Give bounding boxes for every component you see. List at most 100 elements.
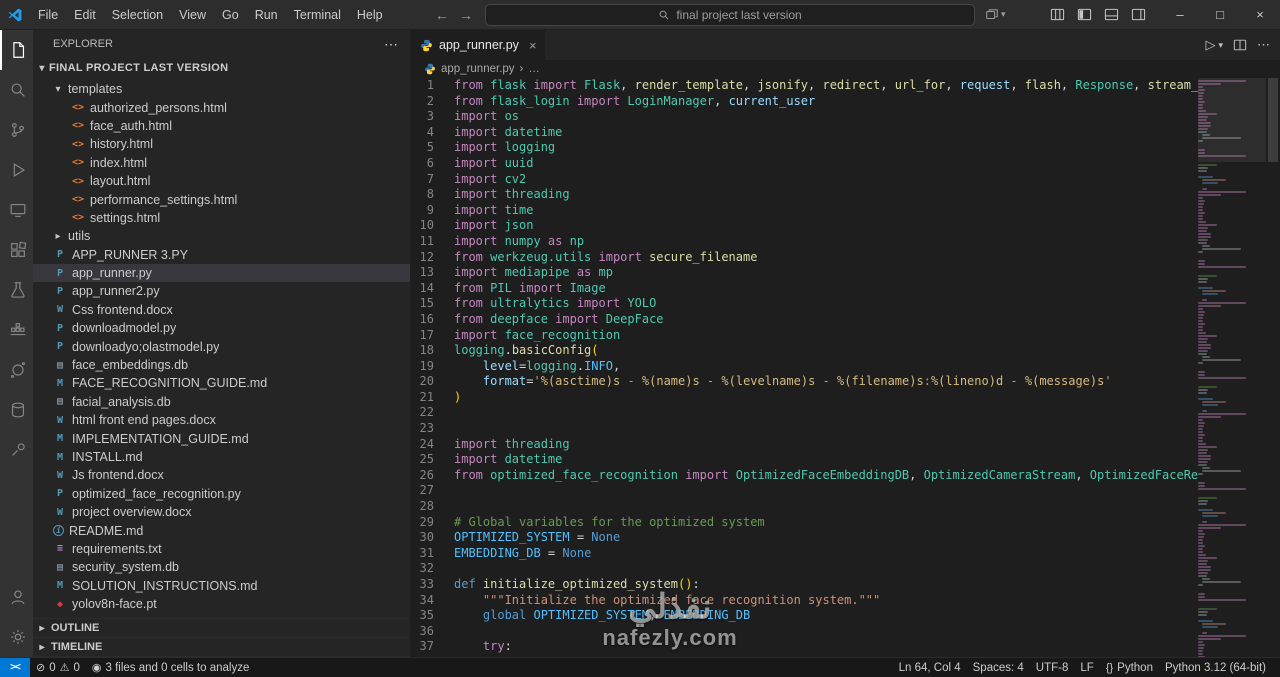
menu-go[interactable]: Go — [214, 0, 247, 30]
tab-app-runner[interactable]: app_runner.py × — [410, 30, 546, 60]
jupyter-icon[interactable] — [0, 350, 33, 390]
code-line[interactable]: 10 import json — [410, 218, 1280, 234]
file-FACE_RECOGNITION_GUIDE.md[interactable]: M FACE_RECOGNITION_GUIDE.md — [33, 374, 410, 392]
file-layout.html[interactable]: <> layout.html — [33, 172, 410, 190]
file-face_embeddings.db[interactable]: ▤ face_embeddings.db — [33, 356, 410, 374]
file-optimized_face_recognition.py[interactable]: Poptimized_face_recognition.py — [33, 485, 410, 503]
accounts-icon[interactable] — [0, 577, 33, 617]
file-Js frontend.docx[interactable]: W Js frontend.docx — [33, 466, 410, 484]
code-line[interactable]: 9 import time — [410, 203, 1280, 219]
breadcrumb-more[interactable]: … — [528, 63, 540, 75]
encoding[interactable]: UTF-8 — [1030, 658, 1075, 677]
file-project overview.docx[interactable]: Wproject overview.docx — [33, 503, 410, 521]
file-performance_settings.html[interactable]: <> performance_settings.html — [33, 190, 410, 208]
code-line[interactable]: 35 global OPTIMIZED_SYSTEM, EMBEDDING_DB — [410, 608, 1280, 624]
toggle-panel-icon[interactable] — [1104, 7, 1119, 22]
menu-selection[interactable]: Selection — [104, 0, 171, 30]
command-center-search[interactable]: final project last version — [485, 3, 976, 26]
file-yolov8n-face.pt[interactable]: ◆ yolov8n-face.pt — [33, 595, 410, 613]
timeline-panel[interactable]: ▸ TIMELINE — [33, 638, 410, 657]
source-control-icon[interactable] — [0, 110, 33, 150]
run-dropdown-icon[interactable]: ▾ — [1218, 40, 1223, 51]
editor-more-actions-icon[interactable]: ⋯ — [1257, 37, 1270, 53]
database-icon[interactable] — [0, 390, 33, 430]
analyze-status[interactable]: ◉ 3 files and 0 cells to analyze — [86, 658, 255, 677]
menu-run[interactable]: Run — [247, 0, 286, 30]
language-mode[interactable]: {} Python — [1100, 658, 1159, 677]
code-line[interactable]: 17 import face_recognition — [410, 328, 1280, 344]
code-line[interactable]: 5 import logging — [410, 140, 1280, 156]
settings-gear-icon[interactable] — [0, 617, 33, 657]
close-button[interactable]: × — [1240, 0, 1280, 30]
file-README.md[interactable]: i README.md — [33, 521, 410, 539]
code-line[interactable]: 18 logging.basicConfig( — [410, 343, 1280, 359]
code-line[interactable]: 13 import mediapipe as mp — [410, 265, 1280, 281]
containers-icon[interactable] — [0, 310, 33, 350]
breadcrumb[interactable]: app_runner.py › … — [410, 60, 1280, 78]
code-line[interactable]: 24 import threading — [410, 437, 1280, 453]
code-line[interactable]: 14 from PIL import Image — [410, 281, 1280, 297]
file-authorized_persons.html[interactable]: <> authorized_persons.html — [33, 98, 410, 116]
file-security_system.db[interactable]: ▤ security_system.db — [33, 558, 410, 576]
file-history.html[interactable]: <> history.html — [33, 135, 410, 153]
file-settings.html[interactable]: <> settings.html — [33, 209, 410, 227]
code-line[interactable]: 4 import datetime — [410, 125, 1280, 141]
code-line[interactable]: 22 — [410, 405, 1280, 421]
remote-indicator[interactable]: >< — [0, 658, 30, 677]
code-line[interactable]: 28 — [410, 499, 1280, 515]
file-Css frontend.docx[interactable]: W Css frontend.docx — [33, 301, 410, 319]
code-line[interactable]: 31 EMBEDDING_DB = None — [410, 546, 1280, 562]
toggle-secondary-sidebar-icon[interactable] — [1131, 7, 1146, 22]
code-line[interactable]: 25 import datetime — [410, 452, 1280, 468]
code-line[interactable]: 32 — [410, 561, 1280, 577]
code-line[interactable]: 7 import cv2 — [410, 172, 1280, 188]
code-line[interactable]: 19 level=logging.INFO, — [410, 359, 1280, 375]
folder-templates[interactable]: ▾ templates — [33, 80, 410, 98]
explorer-actions-icon[interactable]: ⋯ — [384, 36, 398, 53]
file-APP_RUNNER 3.PY[interactable]: P APP_RUNNER 3.PY — [33, 246, 410, 264]
problems-indicator[interactable]: ⊘ 0 ⚠ 0 — [30, 658, 86, 677]
toggle-sidebar-icon[interactable] — [1077, 7, 1092, 22]
code-line[interactable]: 30 OPTIMIZED_SYSTEM = None — [410, 530, 1280, 546]
code-line[interactable]: 12 from werkzeug.utils import secure_file… — [410, 250, 1280, 266]
customize-layout-icon[interactable] — [1050, 7, 1065, 22]
run-python-file-button[interactable]: ▷ — [1205, 37, 1215, 53]
folder-utils[interactable]: ▸ utils — [33, 227, 410, 245]
maximize-button[interactable]: □ — [1200, 0, 1240, 30]
file-IMPLEMENTATION_GUIDE.md[interactable]: M IMPLEMENTATION_GUIDE.md — [33, 429, 410, 447]
file-face_auth.html[interactable]: <> face_auth.html — [33, 117, 410, 135]
code-line[interactable]: 6 import uuid — [410, 156, 1280, 172]
menu-file[interactable]: File — [30, 0, 66, 30]
code-line[interactable]: 33 def initialize_optimized_system(): — [410, 577, 1280, 593]
indentation[interactable]: Spaces: 4 — [967, 658, 1030, 677]
editor-scrollbar[interactable] — [1266, 78, 1280, 657]
code-line[interactable]: 26 from optimized_face_recognition import… — [410, 468, 1280, 484]
tools-icon[interactable] — [0, 430, 33, 470]
code-line[interactable]: 27 — [410, 483, 1280, 499]
code-line[interactable]: 15 from ultralytics import YOLO — [410, 296, 1280, 312]
code-line[interactable]: 3 import os — [410, 109, 1280, 125]
testing-icon[interactable] — [0, 270, 33, 310]
menu-view[interactable]: View — [171, 0, 214, 30]
code-line[interactable]: 29 # Global variables for the optimized s… — [410, 515, 1280, 531]
explorer-icon[interactable] — [0, 30, 33, 70]
file-downloadyo;olastmodel.py[interactable]: Pdownloadyo;olastmodel.py — [33, 337, 410, 355]
cursor-position[interactable]: Ln 64, Col 4 — [893, 658, 967, 677]
breadcrumb-file[interactable]: app_runner.py — [441, 63, 515, 75]
code-line[interactable]: 23 — [410, 421, 1280, 437]
back-arrow-icon[interactable]: ← — [435, 7, 449, 23]
file-SOLUTION_INSTRUCTIONS.md[interactable]: M SOLUTION_INSTRUCTIONS.md — [33, 577, 410, 595]
file-app_runner2.py[interactable]: Papp_runner2.py — [33, 282, 410, 300]
code-line[interactable]: 8 import threading — [410, 187, 1280, 203]
code-line[interactable]: 37 try: — [410, 639, 1280, 655]
split-editor-icon[interactable] — [1233, 38, 1247, 52]
workspace-root[interactable]: ▾ FINAL PROJECT LAST VERSION — [33, 58, 410, 78]
code-line[interactable]: 36 — [410, 624, 1280, 640]
file-downloadmodel.py[interactable]: Pdownloadmodel.py — [33, 319, 410, 337]
code-line[interactable]: 16 from deepface import DeepFace — [410, 312, 1280, 328]
code-line[interactable]: 20 format='%(asctime)s - %(name)s - %(le… — [410, 374, 1280, 390]
forward-arrow-icon[interactable]: → — [459, 7, 473, 23]
python-interpreter[interactable]: Python 3.12 (64-bit) — [1159, 658, 1272, 677]
code-line[interactable]: 2 from flask_login import LoginManager, c… — [410, 94, 1280, 110]
run-debug-icon[interactable] — [0, 150, 33, 190]
